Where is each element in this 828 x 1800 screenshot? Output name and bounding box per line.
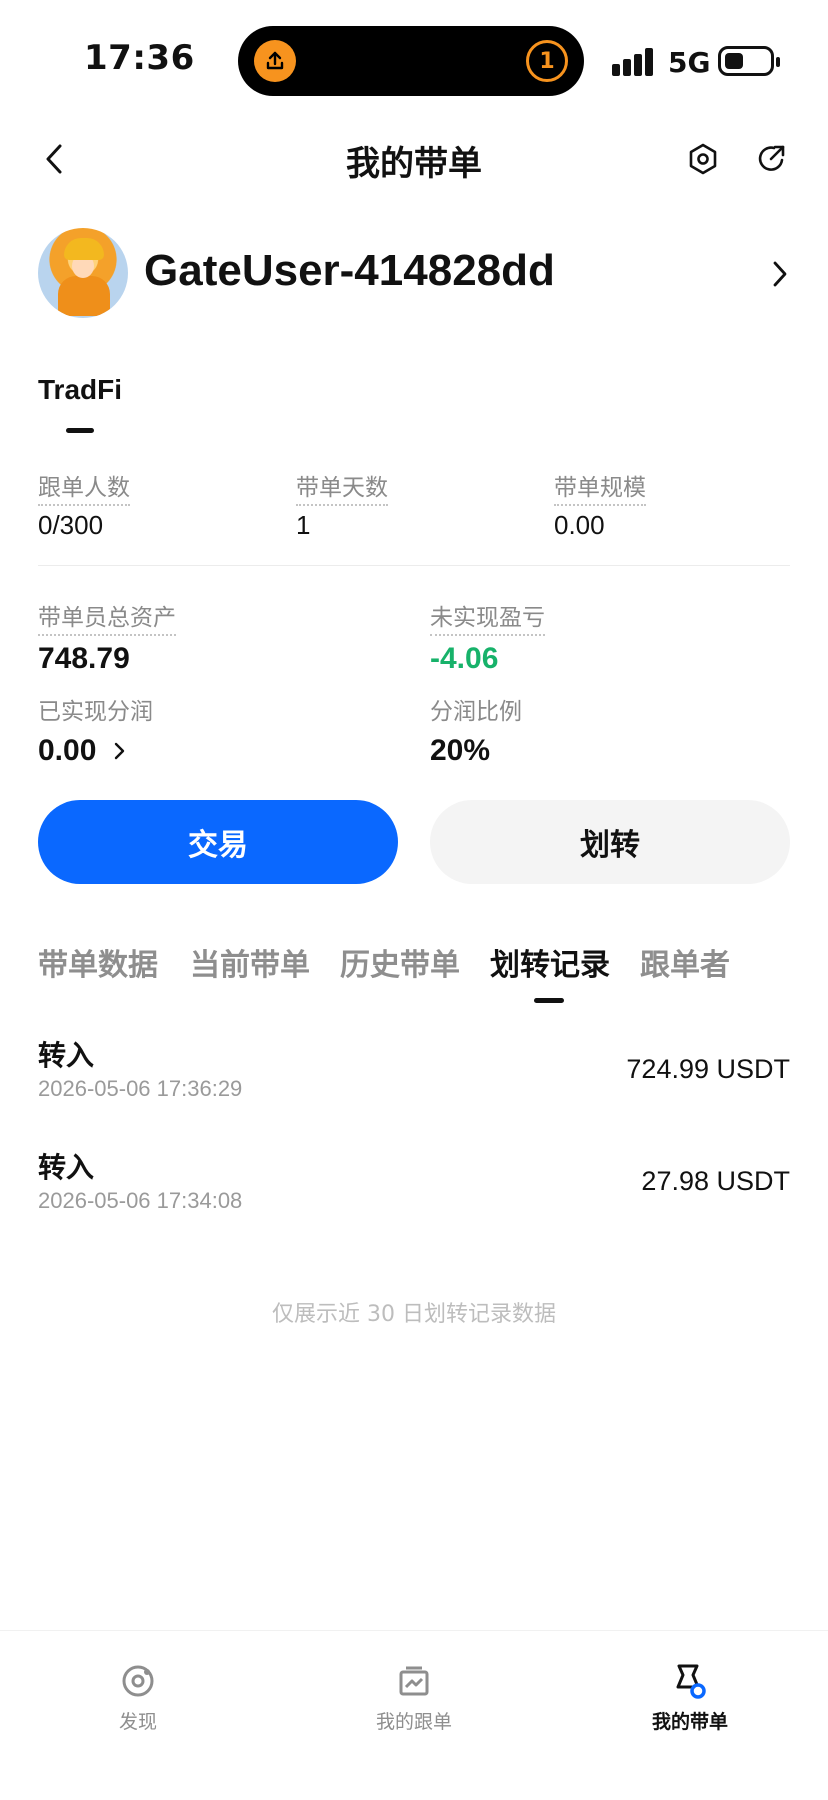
- copy-trading-icon: [394, 1661, 434, 1701]
- record-type: 转入: [38, 1039, 95, 1072]
- username: GateUser-414828dd: [144, 246, 555, 295]
- record-time: 2026-05-06 17:36:29: [38, 1076, 243, 1101]
- stat-value: 0.00: [554, 510, 605, 540]
- bottom-nav: 发现 我的跟单 我的带单: [0, 1630, 828, 1800]
- share-icon: [758, 145, 785, 171]
- tab-current-leads[interactable]: 当前带单: [190, 940, 310, 984]
- unrealized-pnl-value: -4.06: [430, 642, 499, 675]
- record-amount: 724.99 USDT: [626, 1054, 790, 1084]
- realized-profit-share[interactable]: 已实现分润 0.00: [38, 692, 153, 768]
- signal-icon: [612, 48, 656, 76]
- profit-share-value: 20%: [430, 734, 491, 767]
- unrealized-pnl-label[interactable]: 未实现盈亏: [430, 598, 545, 636]
- list-item: 转入 2026-05-06 17:36:29 724.99 USDT: [38, 1034, 790, 1124]
- share-button[interactable]: [746, 134, 796, 184]
- nav-my-copy-trading[interactable]: 我的跟单: [344, 1661, 484, 1734]
- record-time: 2026-05-06 17:34:08: [38, 1188, 243, 1213]
- profit-share-label: 分润比例: [430, 699, 522, 725]
- timer-badge: 1: [526, 40, 568, 82]
- unrealized-pnl: 未实现盈亏 -4.06: [430, 598, 545, 676]
- nav-label: 我的带单: [651, 1711, 728, 1733]
- stat-scale: 带单规模 0.00: [554, 468, 646, 541]
- nav-my-lead-trading[interactable]: 我的带单: [620, 1661, 760, 1734]
- category-indicator: [66, 428, 94, 433]
- chevron-right-icon: [114, 742, 124, 760]
- tab-bar: 带单数据 当前带单 历史带单 划转记录 跟单者: [38, 940, 798, 1010]
- tab-lead-data[interactable]: 带单数据: [38, 940, 158, 984]
- tab-transfer-records[interactable]: 划转记录: [490, 940, 610, 984]
- stat-label[interactable]: 带单天数: [296, 468, 388, 506]
- divider: [38, 565, 790, 566]
- stat-label[interactable]: 跟单人数: [38, 468, 130, 506]
- settings-button[interactable]: [678, 134, 728, 184]
- profit-share-ratio: 分润比例 20%: [430, 692, 522, 768]
- discover-icon: [118, 1661, 158, 1701]
- record-amount: 27.98 USDT: [641, 1166, 790, 1196]
- stat-days: 带单天数 1: [296, 468, 388, 541]
- total-assets-label[interactable]: 带单员总资产: [38, 598, 176, 636]
- profile-row[interactable]: GateUser-414828dd: [38, 228, 798, 324]
- nav-label: 发现: [118, 1711, 157, 1733]
- nav-label: 我的跟单: [375, 1711, 452, 1733]
- realized-profit-label: 已实现分润: [38, 699, 153, 725]
- realized-profit-row: 0.00: [38, 734, 153, 768]
- status-bar: 17:36 1 5G: [0, 0, 828, 110]
- realized-profit-value: 0.00: [38, 734, 97, 767]
- category-tab-tradfi[interactable]: TradFi: [38, 374, 122, 406]
- records-footnote: 仅展示近 30 日划转记录数据: [272, 1302, 556, 1327]
- header: 我的带单: [0, 110, 828, 210]
- battery-icon: [718, 46, 780, 76]
- list-item: 转入 2026-05-06 17:34:08 27.98 USDT: [38, 1146, 790, 1236]
- stat-value: 1: [296, 510, 311, 540]
- chevron-right-icon: [762, 256, 798, 292]
- tab-indicator: [534, 998, 564, 1003]
- lead-trading-icon: [670, 1661, 710, 1701]
- dynamic-island[interactable]: 1: [238, 26, 584, 96]
- stat-followers: 跟单人数 0/300: [38, 468, 130, 541]
- upload-icon: [254, 40, 296, 82]
- trade-button[interactable]: 交易: [38, 800, 398, 884]
- tab-history-leads[interactable]: 历史带单: [340, 940, 460, 984]
- stat-value: 0/300: [38, 510, 104, 540]
- nav-discover[interactable]: 发现: [68, 1661, 208, 1734]
- total-assets: 带单员总资产 748.79: [38, 598, 176, 676]
- network-label: 5G: [668, 46, 711, 79]
- record-type: 转入: [38, 1151, 95, 1184]
- stat-label[interactable]: 带单规模: [554, 468, 646, 506]
- status-time: 17:36: [84, 38, 195, 78]
- total-assets-value: 748.79: [38, 642, 130, 675]
- settings-hexagon-icon: [689, 143, 717, 175]
- tab-followers[interactable]: 跟单者: [640, 940, 730, 984]
- transfer-button[interactable]: 划转: [430, 800, 790, 884]
- avatar: [38, 228, 128, 318]
